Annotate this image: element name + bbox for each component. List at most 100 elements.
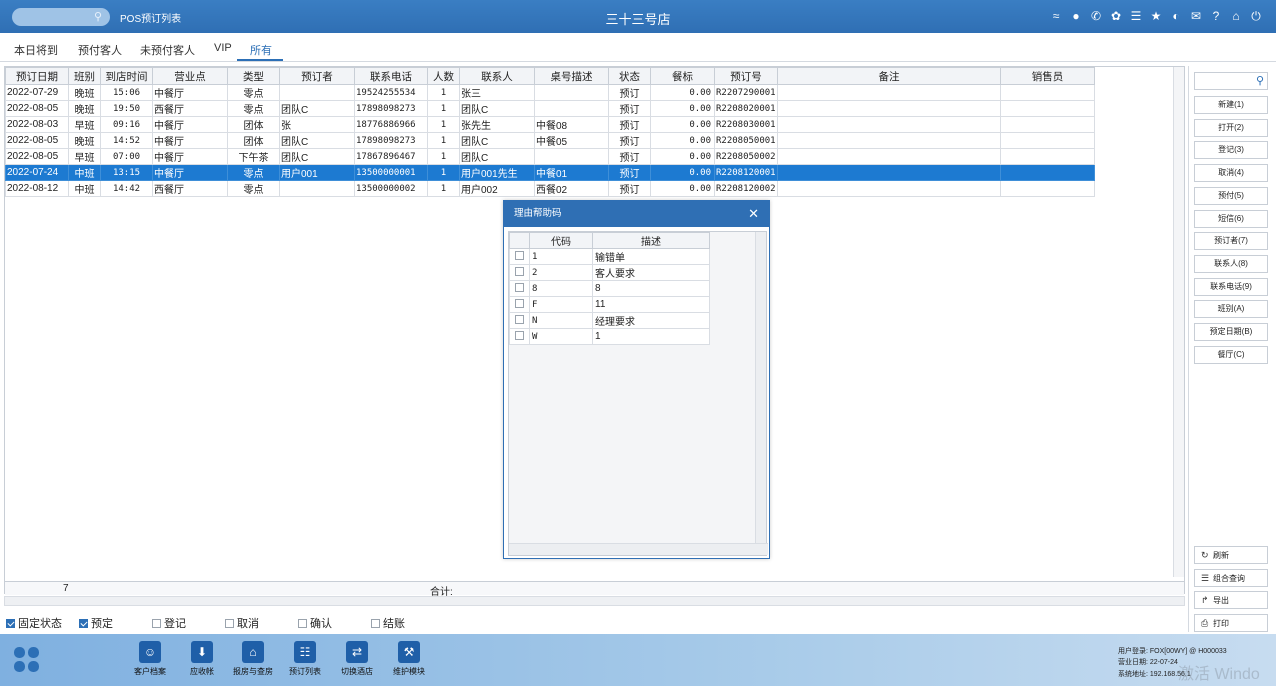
column-header[interactable]: 预订号 (714, 67, 778, 85)
sidebar-button[interactable]: 预付(5) (1194, 186, 1268, 205)
chat-icon[interactable]: ● (1070, 9, 1082, 23)
unchecked-icon[interactable] (515, 298, 524, 308)
column-header[interactable]: 人数 (427, 67, 460, 85)
grid-vertical-scrollbar[interactable] (1173, 67, 1184, 577)
sidebar-button[interactable]: 联系电话(9) (1194, 277, 1268, 296)
status-checkbox[interactable]: 确认 (298, 615, 332, 631)
sidebar-action-button[interactable]: ☰ 组合查询 (1194, 568, 1268, 587)
dialog-horizontal-scrollbar[interactable] (509, 543, 768, 555)
column-header[interactable]: 到店时间 (100, 67, 153, 85)
sidebar-button[interactable]: 班别(A) (1194, 300, 1268, 319)
column-header[interactable]: 班别 (68, 67, 101, 85)
unchecked-icon[interactable] (225, 618, 234, 628)
reason-code-row[interactable]: N 经理要求 (509, 312, 710, 329)
column-header[interactable]: 类型 (227, 67, 280, 85)
column-header[interactable]: 预订日期 (5, 67, 69, 85)
tab-prepaid[interactable]: 预付客人 (78, 42, 122, 58)
dialog-vertical-scrollbar[interactable] (755, 232, 766, 543)
home-icon[interactable]: ⌂ (1230, 9, 1242, 23)
sidebar-button[interactable]: 预订者(7) (1194, 232, 1268, 251)
module-button[interactable]: ⚒ 维护模块 (379, 641, 439, 677)
unchecked-icon[interactable] (371, 618, 380, 628)
reason-code-row[interactable]: 1 输错单 (509, 248, 710, 265)
mail-icon[interactable]: ✉ (1190, 9, 1202, 23)
sidebar-button[interactable]: 餐厅(C) (1194, 345, 1268, 364)
star-icon[interactable]: ★ (1150, 9, 1162, 23)
menu-icon[interactable]: ☰ (1130, 9, 1142, 23)
contrast-icon[interactable]: ◐ (1170, 9, 1182, 23)
table-cell: 下午茶 (227, 148, 280, 165)
column-header[interactable]: 销售员 (1000, 67, 1095, 85)
reason-code-row[interactable]: W1 (509, 328, 710, 345)
row-checkbox[interactable] (509, 312, 530, 329)
sidebar-button[interactable]: 预定日期(B) (1194, 323, 1268, 341)
sidebar-button[interactable]: 新建(1) (1194, 96, 1268, 114)
column-header[interactable]: 联系电话 (354, 67, 428, 85)
sidebar-search-input[interactable]: ⚲ (1194, 72, 1268, 90)
column-header[interactable]: 状态 (608, 67, 651, 85)
column-header[interactable]: 营业点 (152, 67, 228, 85)
sidebar-button[interactable]: 登记(3) (1194, 141, 1268, 160)
module-button[interactable]: ⌂ 报房与查房 (223, 641, 283, 677)
reason-code-row[interactable]: 2 客人要求 (509, 264, 710, 281)
column-header[interactable]: 联系人 (459, 67, 535, 85)
column-header[interactable]: 桌号描述 (534, 67, 609, 85)
column-header[interactable]: 餐标 (650, 67, 715, 85)
row-checkbox[interactable] (509, 248, 530, 265)
sidebar-button[interactable]: 取消(4) (1194, 164, 1268, 183)
table-row[interactable]: 2022-08-12 中班 14:42 西餐厅 零点 13500000002 1 用户002 西… (5, 180, 1095, 197)
sidebar-action-button[interactable]: ↱ 导出 (1194, 591, 1268, 610)
module-button[interactable]: ⇄ 切换酒店 (327, 641, 387, 677)
status-checkbox[interactable]: 固定状态 (6, 615, 62, 631)
unchecked-icon[interactable] (515, 330, 524, 340)
table-row[interactable]: 2022-07-29 晚班 15:06 中餐厅 零点 19524255534 1 张三 预订 0.… (5, 84, 1095, 101)
unchecked-icon[interactable] (515, 314, 524, 324)
unchecked-icon[interactable] (515, 282, 524, 292)
close-icon[interactable]: ✕ (748, 201, 759, 227)
unchecked-icon[interactable] (515, 250, 524, 260)
table-row[interactable]: 2022-08-05 晚班 14:52 中餐厅 团体 团队C 17898098273 1 团队C… (5, 132, 1095, 149)
column-header[interactable]: 备注 (777, 67, 1001, 85)
row-checkbox[interactable] (509, 328, 530, 345)
tab-all[interactable]: 所有 (250, 42, 272, 58)
status-checkbox[interactable]: 预定 (79, 615, 113, 631)
sidebar-button[interactable]: 打开(2) (1194, 118, 1268, 137)
table-row[interactable]: 2022-08-03 早班 09:16 中餐厅 团体张 18776886966 1 张先生 中餐… (5, 116, 1095, 133)
power-icon[interactable]: ⏻ (1250, 9, 1262, 23)
checked-icon[interactable] (79, 618, 88, 628)
select-all-column[interactable] (509, 232, 530, 249)
sidebar-action-button[interactable]: ↻ 刷新 (1194, 546, 1268, 564)
wifi-icon[interactable]: ≈ (1050, 9, 1062, 23)
row-checkbox[interactable] (509, 280, 530, 297)
module-button[interactable]: ☷ 预订列表 (275, 641, 335, 677)
table-row[interactable]: 2022-08-05 早班 07:00 中餐厅 下午茶 团队C 17867896467 1 团队… (5, 148, 1095, 165)
phone-icon[interactable]: ✆ (1090, 9, 1102, 23)
sidebar-button[interactable]: 短信(6) (1194, 209, 1268, 228)
unchecked-icon[interactable] (298, 618, 307, 628)
palette-icon[interactable]: ✿ (1110, 9, 1122, 23)
status-checkbox[interactable]: 结账 (371, 615, 405, 631)
unchecked-icon[interactable] (515, 266, 524, 276)
column-header[interactable]: 代码 (529, 232, 593, 249)
unchecked-icon[interactable] (152, 618, 161, 628)
tab-unpaid[interactable]: 未预付客人 (140, 42, 195, 58)
sidebar-action-button[interactable]: ⎙ 打印 (1194, 614, 1268, 633)
table-row[interactable]: 2022-07-24 中班 13:15 中餐厅 零点 用户001 13500000001 1 用… (5, 164, 1095, 181)
module-button[interactable]: ☺ 客户档案 (120, 641, 180, 677)
reason-code-row[interactable]: 88 (509, 280, 710, 297)
search-icon[interactable]: ⚲ (1256, 74, 1264, 87)
column-header[interactable]: 预订者 (279, 67, 355, 85)
row-checkbox[interactable] (509, 264, 530, 281)
row-checkbox[interactable] (509, 296, 530, 313)
sidebar-button[interactable]: 联系人(8) (1194, 254, 1268, 273)
column-header[interactable]: 描述 (592, 232, 710, 249)
grid-horizontal-scrollbar[interactable] (4, 596, 1185, 606)
reason-code-row[interactable]: F 11 (509, 296, 710, 313)
tab-today-arrivals[interactable]: 本日将到 (14, 42, 58, 58)
status-checkbox[interactable]: 登记 (152, 615, 186, 631)
help-icon[interactable]: ? (1210, 9, 1222, 23)
checked-icon[interactable] (6, 618, 15, 628)
tab-vip[interactable]: VIP (214, 42, 232, 54)
table-row[interactable]: 2022-08-05 晚班 19:50 西餐厅 零点 团队C 17898098273 1 团队C… (5, 100, 1095, 117)
status-checkbox[interactable]: 取消 (225, 615, 259, 631)
